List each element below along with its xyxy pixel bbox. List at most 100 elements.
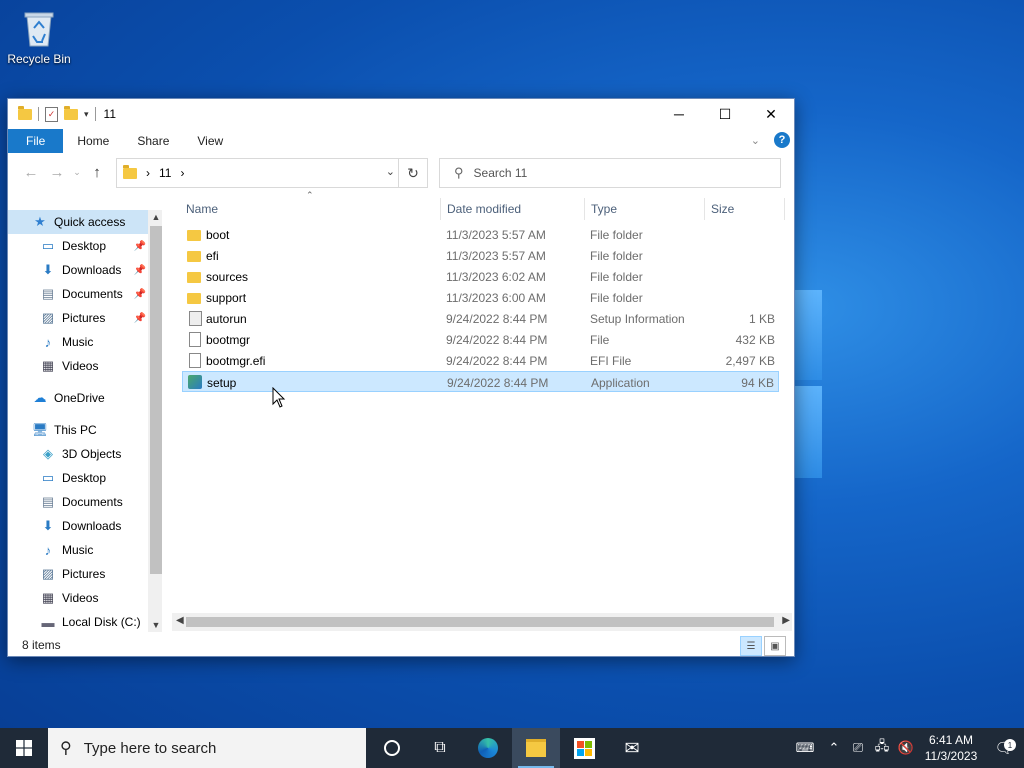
- setup-info-icon: [189, 311, 202, 326]
- file-type: File folder: [590, 270, 643, 284]
- nav-item-downloads[interactable]: ⬇ Downloads 📌: [8, 258, 148, 282]
- mail-icon: ✉: [624, 737, 640, 758]
- details-view-button[interactable]: ☰: [740, 636, 762, 656]
- nav-item-3d-objects[interactable]: ◈ 3D Objects: [8, 442, 148, 466]
- nav-item-label: OneDrive: [54, 391, 105, 405]
- file-row-sources[interactable]: sources 11/3/2023 6:02 AM File folder: [182, 266, 779, 287]
- title-bar[interactable]: ✓ ▾ 11 ─ ☐ ✕: [8, 99, 794, 129]
- clock[interactable]: 6:41 AM 11/3/2023: [918, 732, 984, 764]
- task-view-button[interactable]: ⧉: [416, 728, 464, 768]
- nav-item-local-disk-c[interactable]: ▬ Local Disk (C:): [8, 610, 148, 632]
- refresh-button[interactable]: ↻: [398, 159, 427, 187]
- meet-now-icon[interactable]: ⎚: [846, 740, 870, 756]
- scrollbar-thumb[interactable]: [186, 617, 774, 627]
- file-row-bootmgr[interactable]: bootmgr 9/24/2022 8:44 PM File 432 KB: [182, 329, 779, 350]
- taskbar-app-file-explorer[interactable]: [512, 728, 560, 768]
- tab-home[interactable]: Home: [63, 129, 123, 153]
- nav-item-downloads[interactable]: ⬇ Downloads: [8, 514, 148, 538]
- recent-locations-chevron-icon[interactable]: ⌄: [70, 167, 84, 178]
- action-center-button[interactable]: 🗨 1: [984, 739, 1024, 757]
- file-name: support: [206, 291, 247, 305]
- nav-item-onedrive[interactable]: ☁ OneDrive: [8, 386, 148, 410]
- large-icons-view-button[interactable]: ▣: [764, 636, 786, 656]
- show-hidden-icons-chevron-icon[interactable]: ⌃: [822, 740, 846, 756]
- taskbar-app-store[interactable]: [560, 728, 608, 768]
- nav-item-music[interactable]: ♪ Music: [8, 330, 148, 354]
- close-button[interactable]: ✕: [748, 99, 794, 129]
- desktop-icon-label: Recycle Bin: [7, 52, 71, 66]
- mouse-cursor-icon: [272, 387, 286, 408]
- new-folder-icon[interactable]: [64, 105, 78, 120]
- nav-item-pictures[interactable]: ▨ Pictures 📌: [8, 306, 148, 330]
- start-button[interactable]: [0, 728, 48, 768]
- file-row-efi[interactable]: efi 11/3/2023 5:57 AM File folder: [182, 245, 779, 266]
- tab-share[interactable]: Share: [123, 129, 183, 153]
- nav-item-pictures[interactable]: ▨ Pictures: [8, 562, 148, 586]
- back-button[interactable]: ←: [18, 164, 44, 181]
- column-header-size[interactable]: Size: [711, 202, 734, 216]
- network-icon[interactable]: 🖧: [870, 737, 894, 759]
- taskbar-search-input[interactable]: Type here to search: [84, 740, 217, 757]
- nav-item-videos[interactable]: ▦ Videos: [8, 354, 148, 378]
- folder-icon: [187, 272, 201, 283]
- file-name: setup: [207, 376, 237, 390]
- column-header-date-modified[interactable]: Date modified: [447, 202, 521, 216]
- scrollbar-thumb[interactable]: [150, 226, 162, 574]
- scroll-up-arrow-icon[interactable]: ▲: [148, 212, 162, 222]
- column-header-type[interactable]: Type: [591, 202, 617, 216]
- pin-icon: 📌: [133, 288, 146, 300]
- up-button[interactable]: ↑: [84, 164, 110, 181]
- file-list-horizontal-scrollbar[interactable]: ◀ ▶: [172, 613, 792, 631]
- address-bar[interactable]: › 11 › ⌄ ↻: [116, 158, 428, 188]
- customize-toolbar-chevron-icon[interactable]: ▾: [84, 109, 89, 120]
- breadcrumb-separator[interactable]: ›: [146, 166, 150, 180]
- keyboard-layout-icon[interactable]: ⌨: [788, 740, 822, 756]
- scroll-right-arrow-icon[interactable]: ▶: [782, 615, 790, 626]
- taskbar-app-edge[interactable]: [464, 728, 512, 768]
- file-size: 2,497 KB: [725, 354, 775, 368]
- taskbar-app-mail[interactable]: ✉: [608, 728, 656, 768]
- search-box[interactable]: ⚲ Search 11: [439, 158, 781, 188]
- nav-item-documents[interactable]: ▤ Documents 📌: [8, 282, 148, 306]
- file-row-bootmgr-efi[interactable]: bootmgr.efi 9/24/2022 8:44 PM EFI File 2,49…: [182, 350, 779, 371]
- file-row-autorun[interactable]: autorun 9/24/2022 8:44 PM Setup Informatio…: [182, 308, 779, 329]
- file-size: 432 KB: [735, 333, 775, 347]
- nav-item-videos[interactable]: ▦ Videos: [8, 586, 148, 610]
- breadcrumb-separator[interactable]: ›: [180, 166, 184, 180]
- task-view-icon: ⧉: [434, 739, 446, 756]
- column-header-name[interactable]: Name: [186, 202, 218, 216]
- expand-ribbon-chevron-icon[interactable]: ⌄: [751, 134, 760, 147]
- tab-file[interactable]: File: [8, 129, 64, 153]
- breadcrumb-item[interactable]: 11: [159, 166, 171, 180]
- star-icon: ★: [34, 214, 46, 229]
- volume-muted-icon[interactable]: 🔇: [894, 740, 918, 756]
- file-row-support[interactable]: support 11/3/2023 6:00 AM File folder: [182, 287, 779, 308]
- column-header-row: ⌃ Name Date modified Type Size: [176, 190, 786, 220]
- scroll-left-arrow-icon[interactable]: ◀: [176, 615, 184, 626]
- minimize-button[interactable]: ─: [656, 99, 702, 129]
- file-row-boot[interactable]: boot 11/3/2023 5:57 AM File folder: [182, 224, 779, 245]
- scroll-down-arrow-icon[interactable]: ▼: [148, 620, 162, 630]
- nav-item-desktop[interactable]: ▭ Desktop 📌: [8, 234, 148, 258]
- cortana-button[interactable]: [368, 728, 416, 768]
- desktop-icon: ▭: [41, 470, 55, 485]
- search-input[interactable]: Search 11: [474, 166, 528, 180]
- taskbar-search-box[interactable]: ⚲ Type here to search: [48, 728, 366, 768]
- download-icon: ⬇: [42, 262, 54, 277]
- desktop-icon-recycle-bin[interactable]: Recycle Bin: [6, 8, 72, 66]
- nav-item-quick-access[interactable]: ★ Quick access: [8, 210, 148, 234]
- properties-icon[interactable]: ✓: [45, 106, 58, 122]
- help-icon[interactable]: ?: [774, 132, 790, 148]
- music-icon: ♪: [44, 334, 52, 350]
- nav-item-desktop[interactable]: ▭ Desktop: [8, 466, 148, 490]
- file-name: bootmgr.efi: [206, 354, 266, 368]
- nav-pane-scrollbar[interactable]: ▲ ▼: [148, 210, 162, 632]
- forward-button[interactable]: →: [44, 164, 70, 181]
- address-dropdown-chevron-icon[interactable]: ⌄: [386, 165, 395, 178]
- tab-view[interactable]: View: [183, 129, 237, 153]
- nav-item-music[interactable]: ♪ Music: [8, 538, 148, 562]
- file-type: Setup Information: [590, 312, 685, 326]
- nav-item-this-pc[interactable]: 🖥 This PC: [8, 418, 148, 442]
- nav-item-documents[interactable]: ▤ Documents: [8, 490, 148, 514]
- maximize-button[interactable]: ☐: [702, 99, 748, 129]
